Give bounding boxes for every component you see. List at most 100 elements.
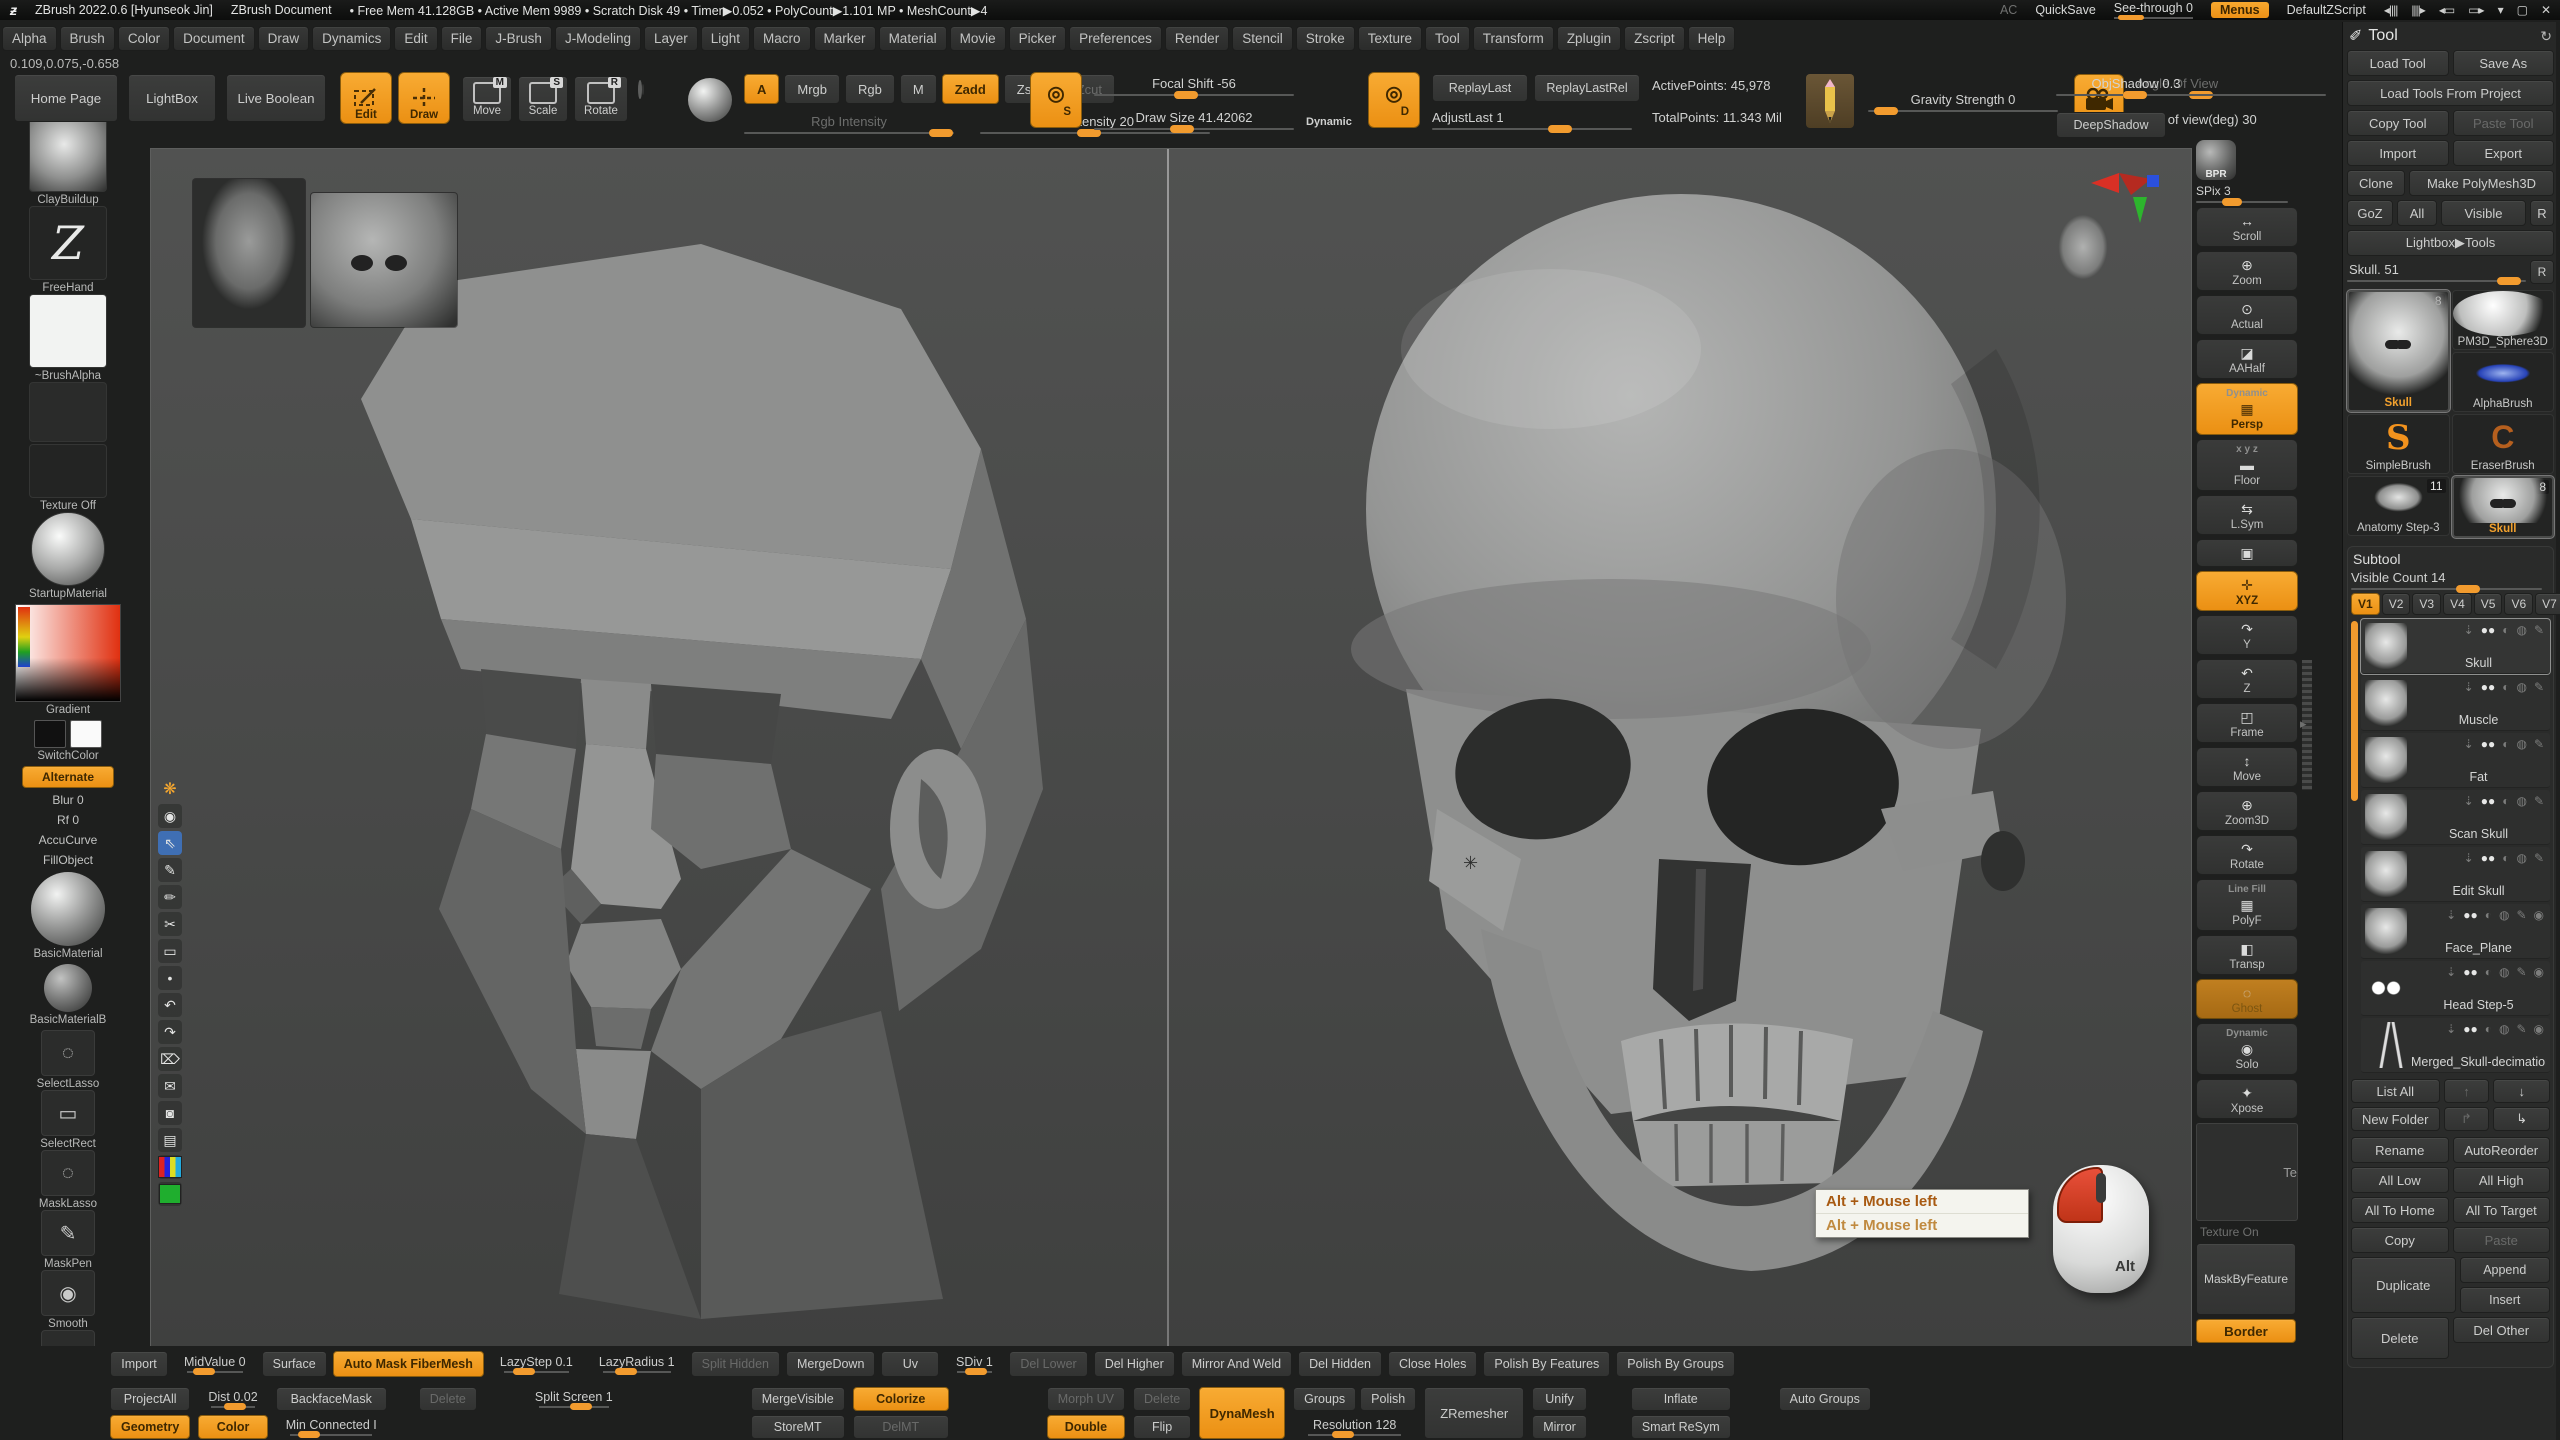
polypaint-icon[interactable]: ◐ — [2502, 851, 2509, 865]
copy-tool-button[interactable]: Copy Tool — [2347, 110, 2449, 136]
menu-item[interactable]: Preferences — [1069, 26, 1162, 51]
shelf-button[interactable]: ⊕ Zoom3D — [2196, 791, 2298, 831]
goz-button[interactable]: GoZ — [2347, 200, 2393, 226]
shelf-button[interactable]: ◌ Ghost — [2196, 979, 2298, 1019]
subtool-view-tab[interactable]: V4 — [2443, 593, 2472, 615]
undo-icon[interactable]: ↶ — [158, 993, 182, 1017]
inflate-button[interactable]: Inflate — [1631, 1387, 1731, 1411]
polypaint-sphere-icon[interactable] — [638, 80, 642, 99]
polypaint-icon[interactable]: ◐ — [2485, 908, 2492, 922]
visible-count-slider[interactable]: Visible Count 14 — [2351, 570, 2542, 590]
gravity-strength-slider[interactable]: Gravity Strength 0 — [1868, 92, 2058, 112]
scale-mode-button[interactable]: S Scale — [518, 76, 568, 122]
shelf-button[interactable]: ⊙ Actual — [2196, 295, 2298, 335]
menu-item[interactable]: Color — [118, 26, 170, 51]
tool-slots-slider[interactable]: Skull. 51 — [2347, 262, 2526, 282]
menu-item[interactable]: Render — [1165, 26, 1229, 51]
draw-size-slider[interactable]: Draw Size 41.42062 — [1094, 110, 1294, 130]
close-icon[interactable]: ✕ — [2541, 3, 2550, 17]
quick-brush-slot[interactable]: ▭ SelectRect — [30, 1090, 106, 1150]
menus-button[interactable]: Menus — [2211, 2, 2269, 18]
bottom-shelf-button[interactable]: Del Lower — [1009, 1351, 1087, 1377]
move-in-button[interactable]: ↳ — [2493, 1107, 2550, 1131]
green-swatch-icon[interactable] — [158, 1182, 182, 1206]
main-color-swatch[interactable] — [34, 720, 66, 748]
smart-resym-button[interactable]: Smart ReSym — [1631, 1415, 1731, 1439]
link-arrow-icon[interactable]: ⇣ — [2446, 965, 2456, 979]
bottom-shelf-button[interactable]: LazyRadius 1 — [589, 1351, 685, 1377]
current-material-icon[interactable] — [688, 78, 732, 122]
slots-r-button[interactable]: R — [2530, 260, 2554, 284]
gradient-picker-icon[interactable] — [15, 604, 121, 702]
delete-button2[interactable]: Delete — [1133, 1387, 1191, 1411]
colorize-button[interactable]: Colorize — [853, 1387, 949, 1411]
bottom-shelf-button[interactable]: Del Higher — [1094, 1351, 1175, 1377]
morph-uv-button[interactable]: Morph UV — [1047, 1387, 1125, 1411]
brush-icon[interactable]: ✎ — [2516, 1022, 2526, 1036]
del-other-button[interactable]: Del Other — [2453, 1317, 2551, 1343]
dist-slider[interactable]: Dist 0.02 — [198, 1387, 267, 1411]
basic-material-b-slot[interactable]: BasicMaterialB — [30, 964, 107, 1026]
tool-thumbnail[interactable]: S SimpleBrush — [2347, 414, 2450, 474]
groups-bottom-button[interactable]: Groups — [1293, 1387, 1356, 1411]
polypaint-icon[interactable]: ◐ — [2502, 794, 2509, 808]
menu-item[interactable]: Draw — [258, 26, 310, 51]
sculpt-left-view[interactable] — [181, 189, 1121, 1339]
minimize-icon[interactable]: ▾ — [2498, 3, 2503, 17]
menu-item[interactable]: Zscript — [1624, 26, 1685, 51]
uv-icon[interactable]: ◍ — [2516, 737, 2526, 751]
dock-left-icon[interactable]: ◂▭ — [2439, 3, 2454, 17]
all-high-button[interactable]: All High — [2453, 1167, 2551, 1193]
pair-visibility-icon[interactable]: ●● — [2481, 851, 2496, 865]
append-button[interactable]: Append — [2460, 1257, 2551, 1283]
min-connected-slider[interactable]: Min Connected I — [276, 1415, 387, 1439]
menu-item[interactable]: Movie — [950, 26, 1006, 51]
rf-slider[interactable]: Rf 0 — [53, 812, 83, 828]
move-down-button[interactable]: ↓ — [2493, 1079, 2550, 1103]
subtool-view-tab[interactable]: V3 — [2412, 593, 2441, 615]
replay-last-rel-button[interactable]: ReplayLastRel — [1534, 74, 1640, 102]
alternate-button[interactable]: Alternate — [22, 766, 114, 788]
blur-slider[interactable]: Blur 0 — [48, 792, 87, 808]
copy-subtool-button[interactable]: Copy — [2351, 1227, 2449, 1253]
zremesher-button[interactable]: ZRemesher — [1424, 1387, 1524, 1439]
bottom-shelf-button[interactable]: Close Holes — [1388, 1351, 1477, 1377]
light-bulb-icon[interactable]: ❋ — [158, 777, 182, 801]
deep-shadow-button[interactable]: DeepShadow — [2056, 112, 2166, 138]
uv-icon[interactable]: ◍ — [2516, 851, 2526, 865]
storemt-button[interactable]: StoreMT — [751, 1415, 845, 1439]
paste-subtool-button[interactable]: Paste — [2453, 1227, 2551, 1253]
paint-mode-button[interactable]: M — [900, 74, 937, 104]
bottom-shelf-button[interactable]: Split Hidden — [691, 1351, 780, 1377]
bottom-shelf-button[interactable]: Polish By Features — [1483, 1351, 1610, 1377]
autoreorder-button[interactable]: AutoReorder — [2453, 1137, 2551, 1163]
move-mode-button[interactable]: M Move — [462, 76, 512, 122]
reference-thumb-head[interactable] — [193, 179, 305, 327]
subtool-view-tab[interactable]: V5 — [2474, 593, 2503, 615]
shelf-button[interactable]: ⊕ Zoom — [2196, 251, 2298, 291]
paint-mode-button[interactable]: Mrgb — [784, 74, 840, 104]
trash-icon[interactable]: ⌦ — [158, 1047, 182, 1071]
tray-slot[interactable]: Texture Off — [29, 444, 107, 512]
eye-icon[interactable]: ◉ — [158, 804, 182, 828]
polypaint-icon[interactable]: ◐ — [2502, 737, 2509, 751]
mask-by-feature-button[interactable]: MaskByFeature — [2196, 1243, 2296, 1315]
quick-brush-slot[interactable]: ✎ MaskPen — [30, 1210, 106, 1270]
subtool-row[interactable]: ⇣ ●● ◐ ◍ ✎ ◉ Head Step-5 — [2361, 961, 2550, 1016]
shelf-button[interactable]: Line Fill ▦ PolyF — [2196, 879, 2298, 931]
auto-groups-button[interactable]: Auto Groups — [1779, 1387, 1871, 1411]
subtool-view-tab[interactable]: V1 — [2351, 593, 2380, 615]
bottom-shelf-button[interactable]: Uv — [881, 1351, 939, 1377]
menu-item[interactable]: Light — [701, 26, 750, 51]
pair-visibility-icon[interactable]: ●● — [2463, 965, 2478, 979]
brush-icon[interactable]: ✎ — [2516, 908, 2526, 922]
dynamesh-button[interactable]: DynaMesh — [1199, 1387, 1285, 1439]
tray-slot[interactable]: StartupMaterial — [29, 512, 107, 600]
secondary-color-swatch[interactable] — [70, 720, 102, 748]
fillobject-button[interactable]: FillObject — [39, 852, 97, 868]
quick-brush-slot[interactable]: ◉ Smooth — [30, 1270, 106, 1330]
menu-item[interactable]: J-Brush — [485, 26, 552, 51]
shelf-resize-handle[interactable] — [2302, 660, 2312, 790]
shelf-button[interactable]: ↶ Z — [2196, 659, 2298, 699]
eye-icon[interactable]: ◉ — [2534, 908, 2544, 922]
